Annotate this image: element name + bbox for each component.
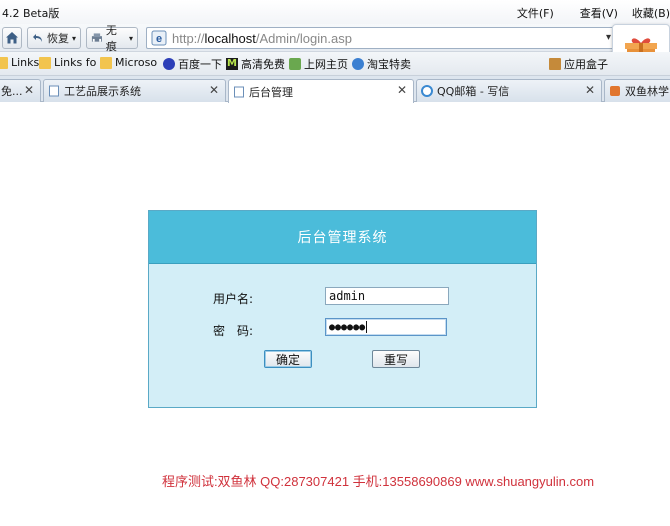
m-logo-icon: M xyxy=(226,58,238,70)
fav-item-microso[interactable]: Microso xyxy=(100,56,157,69)
close-icon[interactable]: ✕ xyxy=(585,83,595,97)
login-title: 后台管理系统 xyxy=(297,230,388,246)
submit-button[interactable]: 确定 xyxy=(264,350,312,368)
page-icon xyxy=(49,85,59,97)
menu-bar: 文件(F) 查看(V) 收藏(B) xyxy=(491,5,670,21)
site-logo-icon xyxy=(610,86,620,96)
home-button[interactable] xyxy=(2,27,22,49)
folder-icon xyxy=(100,56,112,69)
folder-icon xyxy=(0,56,8,69)
page-icon: e xyxy=(151,30,167,46)
box-icon xyxy=(549,58,561,70)
menu-file[interactable]: 文件(F) xyxy=(517,5,554,21)
close-icon[interactable]: ✕ xyxy=(209,83,219,97)
username-value: admin xyxy=(329,289,366,303)
login-panel-header: 后台管理系统 xyxy=(149,211,536,264)
tab-admin[interactable]: 后台管理 ✕ xyxy=(228,79,414,103)
incognito-label: 无痕 xyxy=(105,24,117,53)
tab-label: 工艺品展示系统 xyxy=(64,85,141,98)
browser-title-bar: 4.2 Beta版 文件(F) 查看(V) 收藏(B) xyxy=(0,0,670,24)
app-title: 4.2 Beta版 xyxy=(2,7,60,20)
restore-button[interactable]: 恢复 ▾ xyxy=(27,27,81,49)
tab-label: 双鱼林学习 xyxy=(625,85,670,98)
ie-icon xyxy=(352,58,364,70)
fav-item-app-box[interactable]: 应用盒子 xyxy=(549,56,608,72)
restore-label: 恢复 xyxy=(47,32,69,45)
browser-toolbar: 恢复 ▾ 无痕 ▾ e http://localhost/Admin/login… xyxy=(0,24,670,53)
url-text: http://localhost/Admin/login.asp xyxy=(172,30,352,46)
address-bar[interactable]: e http://localhost/Admin/login.asp ▾ xyxy=(146,27,614,49)
close-icon[interactable]: ✕ xyxy=(397,83,407,97)
reset-button[interactable]: 重写 xyxy=(372,350,420,368)
fav-item-homepage[interactable]: 上网主页 xyxy=(289,56,348,72)
menu-view[interactable]: 查看(V) xyxy=(580,5,618,21)
qq-icon xyxy=(421,85,433,97)
password-input[interactable]: ●●●●●● xyxy=(325,318,447,336)
tab-label: QQ邮箱 - 写信 xyxy=(437,85,510,98)
home-icon xyxy=(6,32,18,44)
tab-crafts-system[interactable]: 工艺品展示系统 ✕ xyxy=(43,79,226,102)
tab-label: 免... xyxy=(1,85,23,98)
baidu-paw-icon xyxy=(163,58,175,70)
incognito-icon xyxy=(91,33,102,42)
close-icon[interactable]: ✕ xyxy=(24,83,34,97)
tab-0[interactable]: 免... ✕ xyxy=(0,79,41,102)
footer-credits: 程序测试:双鱼林 QQ:287307421 手机:13558690869 www… xyxy=(161,474,595,489)
favorites-bar: Links Links fo Microso 百度一下 M 高清免费 上网主页 … xyxy=(0,52,670,76)
house-icon xyxy=(289,58,301,70)
fav-item-links-fo[interactable]: Links fo xyxy=(39,56,96,69)
svg-text:e: e xyxy=(156,33,162,45)
login-panel: 后台管理系统 用户名: admin 密 码: ●●●●●● 确定 重写 xyxy=(148,210,537,408)
chevron-down-icon: ▾ xyxy=(71,33,76,43)
tab-label: 后台管理 xyxy=(249,85,293,99)
chevron-down-icon: ▾ xyxy=(128,33,133,43)
fav-item-taobao[interactable]: 淘宝特卖 xyxy=(352,56,411,72)
text-caret xyxy=(366,321,368,333)
tab-bar: 免... ✕ 工艺品展示系统 ✕ 后台管理 ✕ QQ邮箱 - 写信 ✕ 双鱼林学… xyxy=(0,76,670,103)
password-value: ●●●●●● xyxy=(329,321,366,333)
menu-favorites[interactable]: 收藏(B) xyxy=(632,5,670,21)
tab-shuangyulin[interactable]: 双鱼林学习 xyxy=(604,79,670,102)
fav-item-hd-free[interactable]: M 高清免费 xyxy=(226,56,285,72)
password-label: 密 码: xyxy=(213,324,254,338)
undo-arrow-icon xyxy=(33,34,42,42)
fav-item-baidu[interactable]: 百度一下 xyxy=(163,56,222,72)
page-icon xyxy=(234,86,244,97)
folder-icon xyxy=(39,56,51,69)
fav-item-links[interactable]: Links xyxy=(0,56,39,69)
tab-qq-mail[interactable]: QQ邮箱 - 写信 ✕ xyxy=(416,79,602,102)
address-dropdown-icon[interactable]: ▾ xyxy=(606,32,611,43)
username-label: 用户名: xyxy=(213,292,254,306)
username-input[interactable]: admin xyxy=(325,287,449,305)
incognito-button[interactable]: 无痕 ▾ xyxy=(86,24,138,53)
